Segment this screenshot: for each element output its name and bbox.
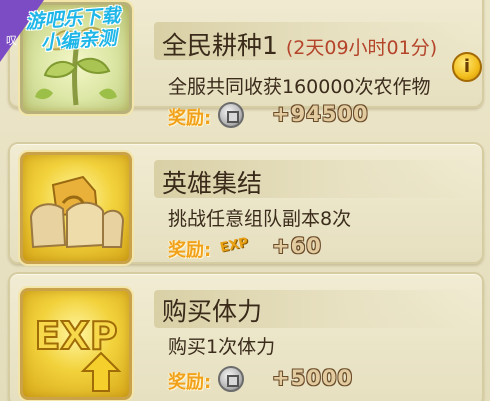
task-description: 全服共同收获160000次农作物 bbox=[168, 76, 431, 98]
task-title: 英雄集结 bbox=[162, 164, 262, 200]
task-title-text: 全民耕种1 bbox=[162, 31, 278, 60]
silver-coin-icon bbox=[218, 102, 244, 128]
task-card-buy-stamina[interactable]: EXP 购买体力 购买1次体力 奖励: +5000 bbox=[8, 272, 484, 401]
task-description: 购买1次体力 bbox=[168, 336, 276, 358]
ribbon-char: 叹 bbox=[6, 34, 17, 47]
task-title: 购买体力 bbox=[162, 292, 262, 328]
treasure-sacks-icon bbox=[20, 152, 132, 264]
task-description: 挑战任意组队副本8次 bbox=[168, 208, 352, 230]
countdown-timer: (2天09小时01分) bbox=[285, 37, 438, 59]
info-button[interactable]: i bbox=[452, 52, 482, 82]
task-list: 全民耕种1 (2天09小时01分) 全服共同收获160000次农作物 i 奖励:… bbox=[0, 0, 490, 401]
svg-text:EXP: EXP bbox=[34, 314, 117, 358]
exp-icon: EXP bbox=[218, 235, 250, 256]
task-title-text: 英雄集结 bbox=[162, 169, 263, 198]
reward-amount: +60 bbox=[272, 234, 322, 258]
watermark: 游吧乐下载 小编亲测 bbox=[25, 5, 123, 56]
reward-label: 奖励: bbox=[168, 372, 212, 393]
exp-up-arrow-icon: EXP bbox=[20, 288, 132, 400]
reward-label: 奖励: bbox=[168, 240, 212, 261]
reward-label: 奖励: bbox=[168, 108, 212, 129]
silver-coin-icon bbox=[218, 366, 244, 392]
task-card-hero-assemble[interactable]: 英雄集结 挑战任意组队副本8次 奖励: EXP +60 bbox=[8, 142, 484, 264]
task-title: 全民耕种1 (2天09小时01分) bbox=[162, 26, 437, 62]
reward-amount: +94500 bbox=[272, 102, 369, 126]
task-title-text: 购买体力 bbox=[162, 297, 263, 326]
reward-amount: +5000 bbox=[272, 366, 354, 390]
